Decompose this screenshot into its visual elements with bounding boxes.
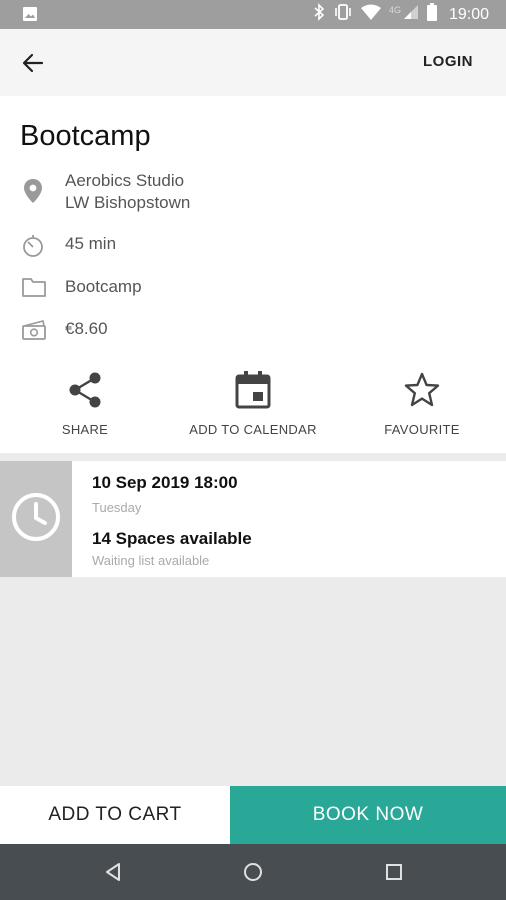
session-waiting-list: Waiting list available — [92, 553, 210, 568]
location-pin-icon — [21, 178, 45, 209]
share-button[interactable]: SHARE — [5, 370, 165, 437]
arrow-left-icon[interactable] — [18, 53, 48, 81]
login-button[interactable]: LOGIN — [423, 53, 473, 70]
nav-recents-icon[interactable] — [384, 862, 404, 887]
location-text: Aerobics Studio LW Bishopstown — [65, 170, 190, 214]
nav-back-icon[interactable] — [103, 862, 123, 887]
calendar-icon[interactable] — [173, 370, 333, 410]
navigation-bar — [0, 844, 506, 900]
session-time-block — [0, 461, 72, 577]
book-now-button[interactable]: BOOK NOW — [230, 786, 506, 844]
favourite-button[interactable]: FAVOURITE — [342, 370, 502, 437]
image-icon — [22, 6, 38, 27]
folder-icon — [21, 276, 47, 303]
add-to-calendar-button[interactable]: ADD TO CALENDAR — [173, 370, 333, 437]
bluetooth-icon — [313, 3, 325, 26]
session-day: Tuesday — [92, 500, 142, 515]
session-spaces: 14 Spaces available — [92, 529, 252, 548]
class-title: Bootcamp — [20, 120, 151, 152]
battery-icon — [426, 3, 437, 26]
network-type: 4G — [388, 4, 401, 15]
signal-icon — [403, 4, 419, 25]
add-to-cart-button[interactable]: ADD TO CART — [0, 786, 230, 844]
price-text: €8.60 — [65, 319, 108, 338]
share-label: SHARE — [61, 422, 109, 437]
timer-icon — [21, 234, 45, 263]
session-card[interactable]: 10 Sep 2019 18:00 Tuesday 14 Spaces avai… — [0, 461, 506, 577]
wifi-icon — [360, 4, 381, 25]
vibrate-icon — [333, 3, 353, 26]
category-text: Bootcamp — [65, 277, 142, 296]
cash-icon — [21, 318, 47, 347]
nav-home-icon[interactable] — [243, 862, 263, 887]
location-venue: LW Bishopstown — [65, 193, 191, 212]
star-outline-icon[interactable] — [342, 370, 502, 410]
session-date: 10 Sep 2019 18:00 — [92, 473, 238, 492]
status-bar: 4G 19:00 — [0, 0, 506, 29]
clock-icon — [11, 492, 61, 547]
class-detail-card: Bootcamp Aerobics Studio LW Bishopstown … — [0, 96, 506, 453]
add-to-calendar-label: ADD TO CALENDAR — [189, 422, 317, 437]
bottom-action-bar: ADD TO CART BOOK NOW — [0, 786, 506, 844]
share-icon[interactable] — [5, 370, 165, 410]
toolbar: LOGIN — [0, 29, 506, 96]
duration-text: 45 min — [65, 234, 117, 253]
status-time: 19:00 — [448, 5, 489, 23]
favourite-label: FAVOURITE — [384, 422, 460, 437]
location-studio: Aerobics Studio — [65, 171, 185, 190]
back-button[interactable] — [18, 49, 48, 77]
